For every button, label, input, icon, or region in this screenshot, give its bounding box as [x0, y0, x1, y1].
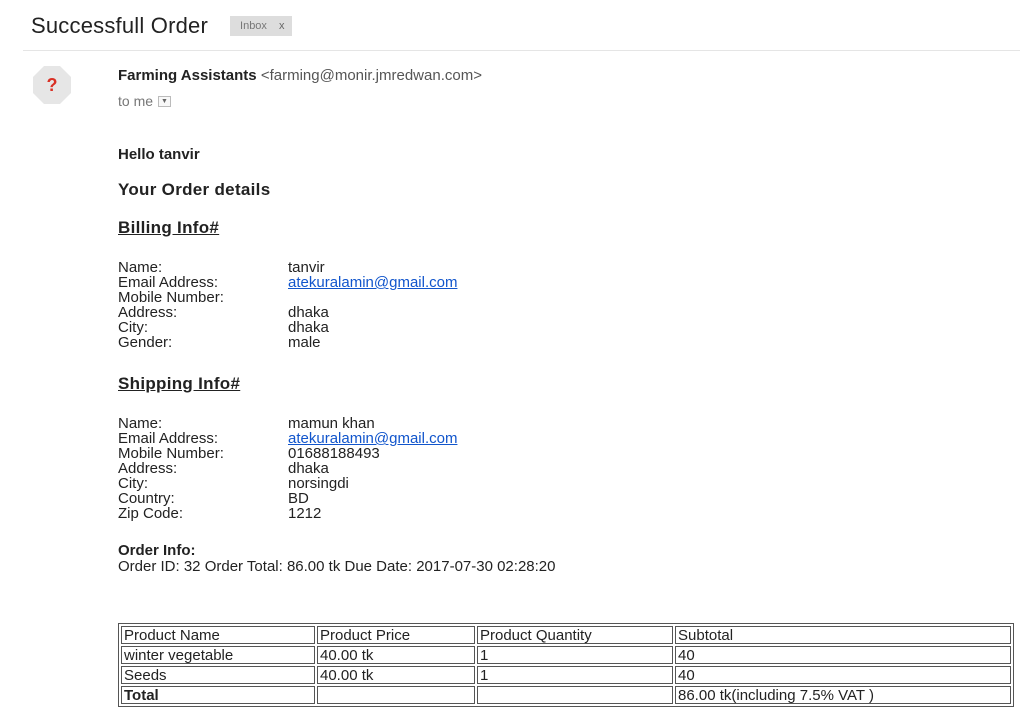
column-header: Product Price — [317, 626, 475, 644]
field-label: Name: — [118, 259, 163, 276]
billing-row-name: Name: tanvir — [118, 260, 1018, 275]
table-cell: 40.00 tk — [317, 646, 475, 664]
field-value: dhaka — [288, 304, 329, 321]
field-value: BD — [288, 490, 309, 507]
subject-row: Successfull Order Inbox x — [31, 8, 293, 44]
field-value: dhaka — [288, 319, 329, 336]
order-details-heading: Your Order details — [118, 180, 271, 199]
field-label: City: — [118, 475, 148, 492]
shipping-row-zip: Zip Code: 1212 — [118, 506, 1018, 521]
remove-label-icon[interactable]: x — [279, 20, 285, 32]
field-value: mamun khan — [288, 415, 375, 432]
field-label: Email Address: — [118, 274, 219, 291]
column-header: Subtotal — [675, 626, 1011, 644]
order-info-heading: Order Info: — [118, 542, 196, 559]
shipping-row-email: Email Address: atekuralamin@gmail.com — [118, 431, 1018, 446]
table-cell: 40 — [675, 646, 1011, 664]
recipient-line: to me ▼ — [118, 93, 172, 109]
recipient-text: to me — [118, 93, 154, 109]
order-items-table: Product Name Product Price Product Quant… — [118, 623, 1014, 707]
table-row: Seeds 40.00 tk 1 40 — [121, 666, 1011, 684]
column-header: Product Quantity — [477, 626, 673, 644]
field-label: Address: — [118, 460, 178, 477]
column-header: Product Name — [121, 626, 315, 644]
field-value: tanvir — [288, 259, 325, 276]
inbox-label-chip[interactable]: Inbox x — [230, 16, 293, 36]
field-label: Mobile Number: — [118, 445, 224, 462]
shipping-info: Name: mamun khan Email Address: atekuralam… — [118, 416, 1018, 521]
shipping-email-link[interactable]: atekuralamin@gmail.com — [288, 431, 457, 446]
field-label: City: — [118, 319, 148, 336]
field-label: Mobile Number: — [118, 289, 224, 306]
field-value: 01688188493 — [288, 445, 380, 462]
sender-email: <farming@monir.jmredwan.com> — [260, 67, 482, 84]
order-summary: Order ID: 32 Order Total: 86.00 tk Due D… — [118, 558, 556, 575]
table-cell: 40.00 tk — [317, 666, 475, 684]
table-cell: Seeds — [121, 666, 315, 684]
shipping-row-name: Name: mamun khan — [118, 416, 1018, 431]
field-label: Name: — [118, 415, 163, 432]
billing-heading: Billing Info# — [118, 218, 220, 237]
email-subject: Successfull Order — [31, 13, 209, 38]
inbox-label-text: Inbox — [240, 20, 267, 32]
billing-email-link[interactable]: atekuralamin@gmail.com — [288, 275, 457, 290]
billing-row-email: Email Address: atekuralamin@gmail.com — [118, 275, 1018, 290]
shipping-row-mobile: Mobile Number: 01688188493 — [118, 446, 1018, 461]
header-divider — [23, 50, 1020, 51]
table-cell: winter vegetable — [121, 646, 315, 664]
field-value: male — [288, 334, 321, 351]
greeting: Hello tanvir — [118, 146, 200, 163]
field-label: Zip Code: — [118, 505, 184, 522]
field-label: Gender: — [118, 334, 173, 351]
email-body: Hello tanvir Your Order details Billing … — [118, 146, 1018, 707]
field-label: Country: — [118, 490, 175, 507]
shipping-row-country: Country: BD — [118, 491, 1018, 506]
billing-row-city: City: dhaka — [118, 320, 1018, 335]
details-dropdown-icon[interactable]: ▼ — [158, 95, 172, 107]
table-cell-empty — [317, 686, 475, 704]
shipping-heading: Shipping Info# — [118, 374, 241, 393]
table-cell: 1 — [477, 666, 673, 684]
billing-info: Name: tanvir Email Address: atekuralamin@g… — [118, 260, 1018, 350]
billing-row-mobile: Mobile Number: — [118, 290, 1018, 305]
unknown-sender-icon: ? — [46, 74, 58, 95]
total-value: 86.00 tk(including 7.5% VAT ) — [675, 686, 1011, 704]
table-cell: 40 — [675, 666, 1011, 684]
table-cell: 1 — [477, 646, 673, 664]
sender-name[interactable]: Farming Assistants — [118, 67, 257, 84]
table-total-row: Total 86.00 tk(including 7.5% VAT ) — [121, 686, 1011, 704]
billing-row-address: Address: dhaka — [118, 305, 1018, 320]
sender-avatar: ? — [33, 66, 71, 104]
sender-line: Farming Assistants <farming@monir.jmredw… — [118, 67, 482, 84]
total-label: Total — [121, 686, 315, 704]
shipping-row-city: City: norsingdi — [118, 476, 1018, 491]
billing-row-gender: Gender: male — [118, 335, 1018, 350]
table-cell-empty — [477, 686, 673, 704]
field-label: Email Address: — [118, 430, 219, 447]
table-row: winter vegetable 40.00 tk 1 40 — [121, 646, 1011, 664]
field-value: dhaka — [288, 460, 329, 477]
table-header-row: Product Name Product Price Product Quant… — [121, 626, 1011, 644]
field-value: 1212 — [288, 505, 322, 522]
field-value: norsingdi — [288, 475, 349, 492]
shipping-row-address: Address: dhaka — [118, 461, 1018, 476]
field-label: Address: — [118, 304, 178, 321]
